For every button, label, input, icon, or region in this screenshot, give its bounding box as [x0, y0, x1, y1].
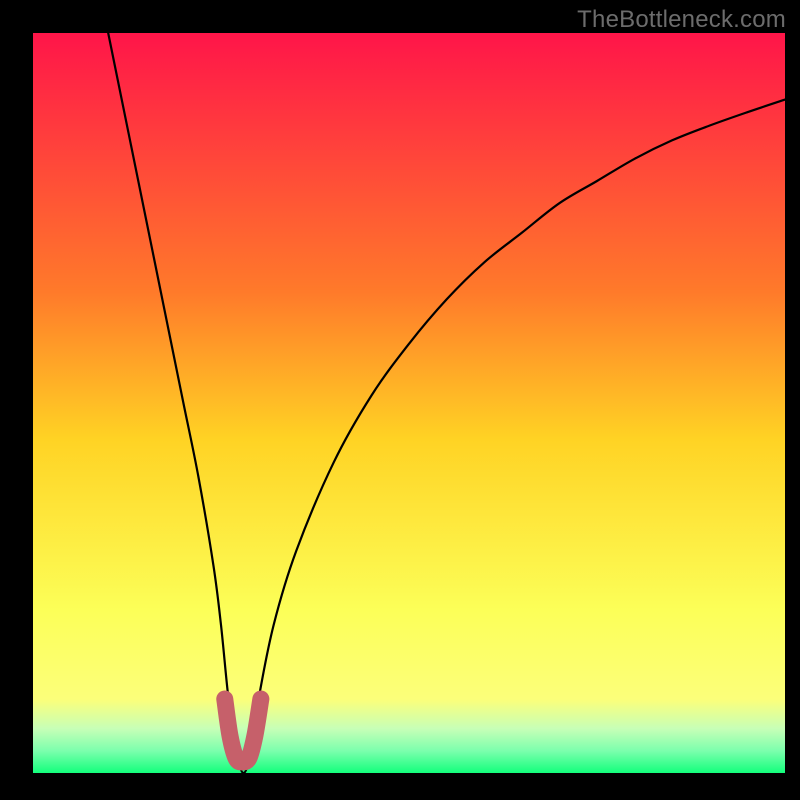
chart-svg — [0, 0, 800, 800]
outer-frame: TheBottleneck.com — [0, 0, 800, 800]
plot-background — [33, 33, 785, 773]
watermark-text: TheBottleneck.com — [577, 6, 786, 34]
